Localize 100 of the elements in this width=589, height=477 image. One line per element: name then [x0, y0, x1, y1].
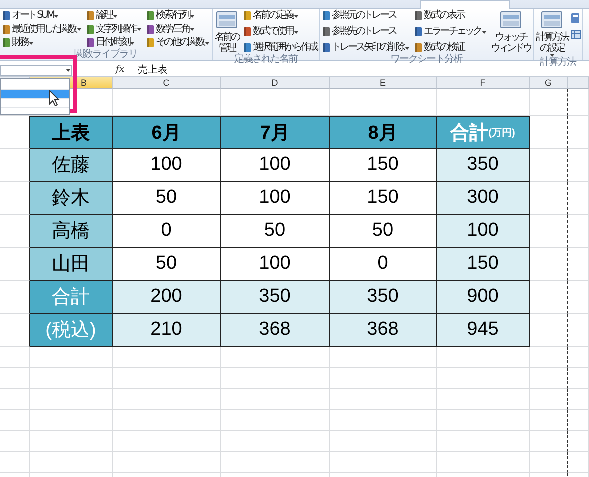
table-header-cell: 7月 — [221, 116, 330, 149]
book-icon — [243, 27, 252, 37]
formula-value: 売上表 — [138, 64, 168, 76]
grid-cell — [568, 281, 589, 314]
book-icon — [243, 11, 252, 21]
column-header[interactable]: D — [221, 77, 330, 89]
column-header[interactable]: F — [437, 77, 530, 89]
group-label: ワークシート分析 — [390, 54, 464, 65]
ribbon-button[interactable]: 数式で使用 — [242, 26, 318, 38]
grid-cell — [568, 431, 589, 452]
table-cell: 200 — [113, 281, 221, 314]
grid-cell — [568, 248, 589, 281]
table-cell: 100 — [221, 182, 330, 215]
function-label[interactable]: fx — [116, 64, 132, 74]
grid-cell — [0, 431, 30, 452]
ribbon-button[interactable]: 参照先のトレース — [321, 26, 411, 38]
grid-cell — [568, 452, 589, 473]
table-cell: 100 — [221, 248, 330, 281]
grid-cell — [568, 389, 589, 410]
column-header[interactable]: C — [113, 77, 221, 89]
table-cell: 50 — [330, 215, 437, 248]
caret-icon — [66, 69, 71, 72]
grid-cell — [530, 452, 568, 473]
ribbon-button[interactable]: 論理 — [85, 10, 143, 22]
name-box[interactable] — [0, 65, 72, 76]
grid-cell — [568, 215, 589, 248]
grid-cell — [568, 347, 589, 368]
table-cell: 100 — [437, 215, 530, 248]
table-cell: 50 — [113, 248, 221, 281]
table-cell: 945 — [437, 314, 530, 347]
table-cell: 0 — [113, 215, 221, 248]
table-cell: 100 — [113, 149, 221, 182]
book-icon — [2, 11, 11, 21]
ribbon-button[interactable]: 数式の表示 — [413, 10, 488, 22]
ribbon-button[interactable]: エラー チェック — [413, 26, 488, 38]
table-cell: 150 — [330, 149, 437, 182]
ribbon-large-button[interactable]: 名前の 管理 — [214, 10, 240, 54]
grid-cell — [0, 368, 30, 389]
grid-cell — [568, 182, 589, 215]
grid-cell — [530, 431, 568, 452]
ribbon-button[interactable]: 選択範囲から作成 — [242, 42, 318, 54]
grid-cell — [530, 89, 568, 116]
book-icon — [243, 43, 252, 53]
grid-cell — [530, 314, 568, 347]
table-cell: 368 — [221, 314, 330, 347]
grid-cell — [568, 314, 589, 347]
dropdown-item[interactable] — [1, 90, 69, 99]
grid-cell — [568, 149, 589, 182]
ribbon-large-button[interactable]: ウォッチ ウィンドウ — [490, 10, 532, 54]
ribbon-button[interactable]: 文字列操作 — [85, 24, 143, 36]
grid-cell — [530, 281, 568, 314]
table-cell: 350 — [437, 149, 530, 182]
group-label: 計算方法 — [539, 57, 578, 68]
book-icon — [2, 24, 11, 34]
grid-cell — [530, 368, 568, 389]
ribbon-large-button[interactable]: 計算方法 の設定 — [535, 10, 570, 57]
ribbon-button[interactable]: その他の関数 — [145, 37, 211, 49]
row-label-cell: 高橋 — [30, 215, 113, 248]
grid-cell — [530, 182, 568, 215]
group-label: 定義された名前 — [234, 54, 299, 65]
table-cell: 150 — [330, 182, 437, 215]
table-cell: 300 — [437, 182, 530, 215]
column-header[interactable]: G — [530, 77, 568, 89]
column-header[interactable]: E — [330, 77, 437, 89]
grid-cell — [568, 410, 589, 431]
book-icon — [146, 24, 155, 34]
book-icon — [414, 11, 423, 21]
grid-cell — [0, 347, 30, 368]
ribbon-button[interactable]: 数学/三角 — [145, 24, 211, 36]
grid-cell — [0, 410, 30, 431]
ribbon-button[interactable]: 数式の検証 — [413, 42, 488, 54]
ribbon-button[interactable]: 検索/行列 — [145, 10, 211, 22]
table-cell: 50 — [113, 182, 221, 215]
ribbon-button[interactable]: 日付/時刻 — [85, 37, 143, 49]
book-icon — [86, 11, 95, 21]
table-cell: 368 — [330, 314, 437, 347]
ribbon-button[interactable]: オート SUM — [1, 10, 83, 22]
grid-cell — [530, 347, 568, 368]
book-icon — [86, 38, 95, 48]
ribbon-button[interactable]: 名前の定義 — [242, 10, 318, 22]
sheet-icon[interactable] — [571, 30, 582, 39]
table-cell: 900 — [437, 281, 530, 314]
book-icon — [322, 11, 331, 21]
ribbon-button[interactable]: トレース矢印の削除 — [321, 42, 411, 54]
cursor-icon — [49, 90, 60, 107]
ribbon-button[interactable]: 財務 — [1, 37, 83, 49]
row-label-cell: 佐藤 — [30, 149, 113, 182]
table-cell: 350 — [330, 281, 437, 314]
grid-cell — [530, 149, 568, 182]
grid-cell — [530, 410, 568, 431]
book-icon — [414, 27, 423, 37]
table-cell: 150 — [437, 248, 530, 281]
book-icon — [322, 43, 331, 53]
row-label-cell: (税込) — [30, 314, 113, 347]
ribbon-button[interactable]: 参照元のトレース — [321, 10, 411, 22]
ribbon-button[interactable]: 最近使用した関数 — [1, 24, 83, 36]
grid-cell — [530, 248, 568, 281]
row-label-cell: 合計 — [30, 281, 113, 314]
table-cell: 50 — [221, 215, 330, 248]
table-cell: 0 — [330, 248, 437, 281]
